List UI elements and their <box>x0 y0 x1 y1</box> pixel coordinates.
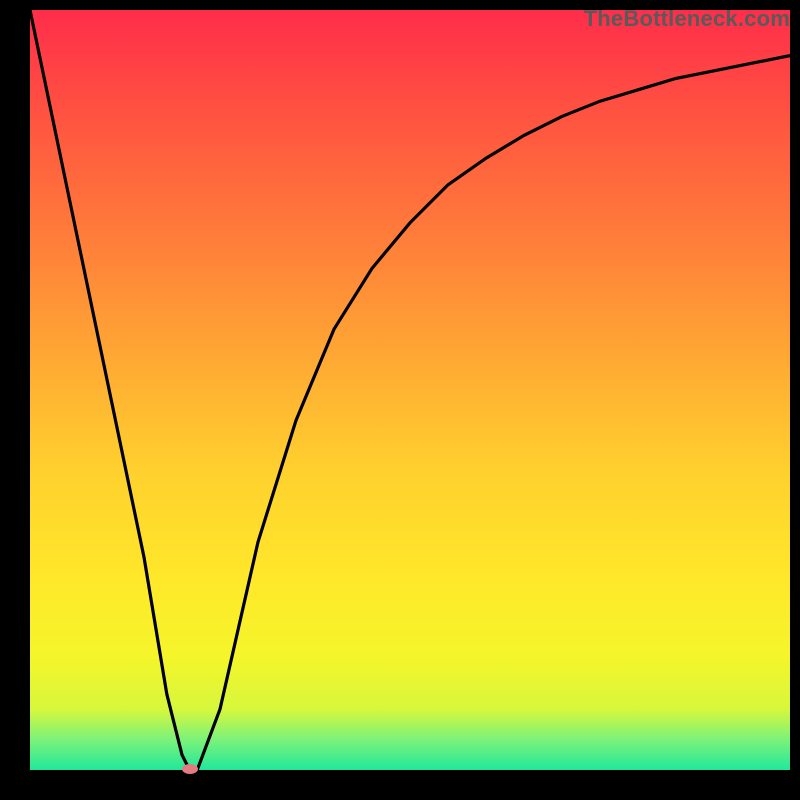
curve-path <box>30 10 790 770</box>
plot-area <box>30 10 790 770</box>
marker-dot <box>182 764 198 774</box>
chart-container: TheBottleneck.com <box>0 0 800 800</box>
watermark-text: TheBottleneck.com <box>584 6 790 32</box>
chart-line <box>30 10 790 770</box>
